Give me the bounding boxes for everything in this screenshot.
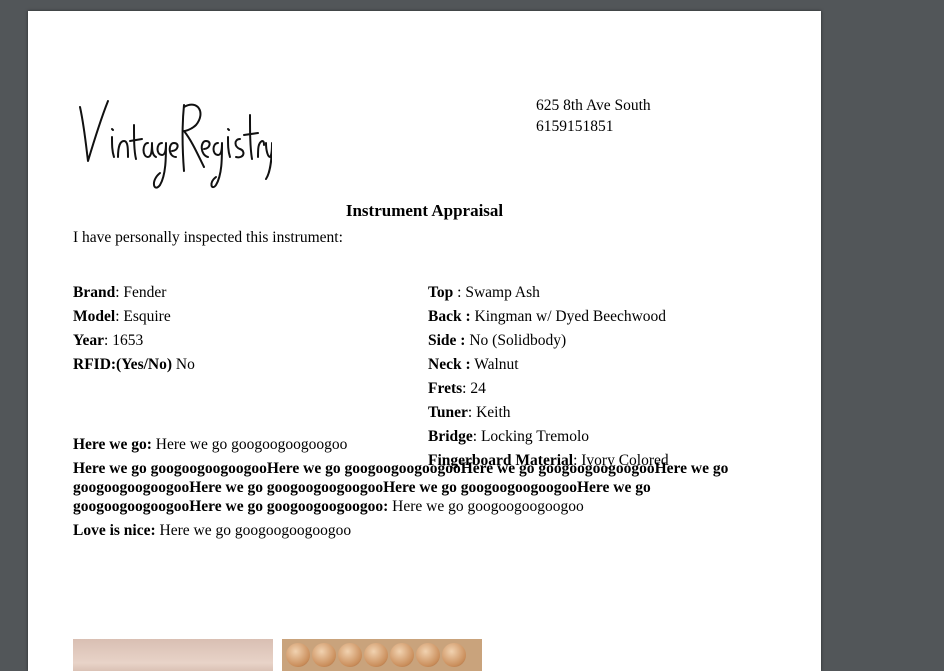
photo-detail — [312, 643, 336, 667]
field-value: Swamp Ash — [465, 284, 540, 301]
field-value: Fender — [123, 284, 167, 301]
field-value: Esquire — [123, 308, 171, 325]
note-label: Here we go: — [73, 436, 152, 453]
note-value: Here we go googoogoogoogoo — [155, 522, 352, 539]
field-top: Top : Swamp Ash — [428, 284, 540, 301]
address-phone: 6159151851 — [536, 118, 614, 135]
note-love-is-nice: Love is nice: Here we go googoogoogoogoo — [73, 521, 773, 540]
address-street: 625 8th Ave South — [536, 97, 651, 114]
field-value: Kingman w/ Dyed Beechwood — [474, 308, 667, 325]
note-value: Here we go googoogoogoogoo — [388, 498, 584, 515]
field-value: Keith — [476, 404, 511, 421]
field-label: Tuner — [428, 404, 468, 421]
field-frets: Frets: 24 — [428, 380, 486, 397]
note-here-we-go: Here we go: Here we go googoogoogoogoo — [73, 435, 773, 454]
field-side: Side : No (Solidbody) — [428, 331, 566, 351]
field-label: Side : — [428, 332, 466, 349]
photo-detail — [442, 643, 466, 667]
field-model: Model: Esquire — [73, 308, 171, 325]
note-long: Here we go googoogoogoogooHere we go goo… — [73, 459, 773, 516]
photo-detail — [364, 643, 388, 667]
vintage-registry-logo — [79, 100, 272, 189]
field-tuner: Tuner: Keith — [428, 404, 511, 421]
note-label: Love is nice: — [73, 522, 156, 539]
instrument-photo — [282, 639, 482, 671]
field-value: No (Solidbody) — [469, 332, 567, 349]
field-year: Year: 1653 — [73, 332, 144, 349]
field-value: 1653 — [112, 332, 144, 349]
field-label: Brand — [73, 284, 116, 301]
intro-text: I have personally inspected this instrum… — [73, 229, 343, 246]
photo-detail — [286, 643, 310, 667]
field-back: Back : Kingman w/ Dyed Beechwood — [428, 307, 666, 327]
field-neck: Neck : Walnut — [428, 355, 519, 375]
field-label: Year — [73, 332, 104, 349]
photo-detail — [338, 643, 362, 667]
field-label: Model — [73, 308, 116, 325]
document-page: 625 8th Ave South 6159151851 Instrument … — [28, 11, 821, 671]
page-title: Instrument Appraisal — [345, 201, 504, 220]
field-label: RFID:(Yes/No) — [73, 356, 173, 373]
field-label: Top — [428, 284, 454, 301]
field-value: No — [175, 356, 195, 373]
photo-detail — [416, 643, 440, 667]
field-value: 24 — [470, 380, 486, 397]
field-label: Back : — [428, 308, 471, 325]
field-brand: Brand: Fender — [73, 284, 167, 301]
photo-detail — [390, 643, 414, 667]
note-value: Here we go googoogoogoogoo — [151, 436, 348, 453]
field-rfid: RFID:(Yes/No) No — [73, 355, 195, 375]
field-label: Neck : — [428, 356, 471, 373]
field-label: Frets — [428, 380, 463, 397]
address-block: 625 8th Ave South 6159151851 — [536, 95, 651, 137]
field-value: Walnut — [474, 356, 519, 373]
instrument-photo — [73, 639, 273, 671]
